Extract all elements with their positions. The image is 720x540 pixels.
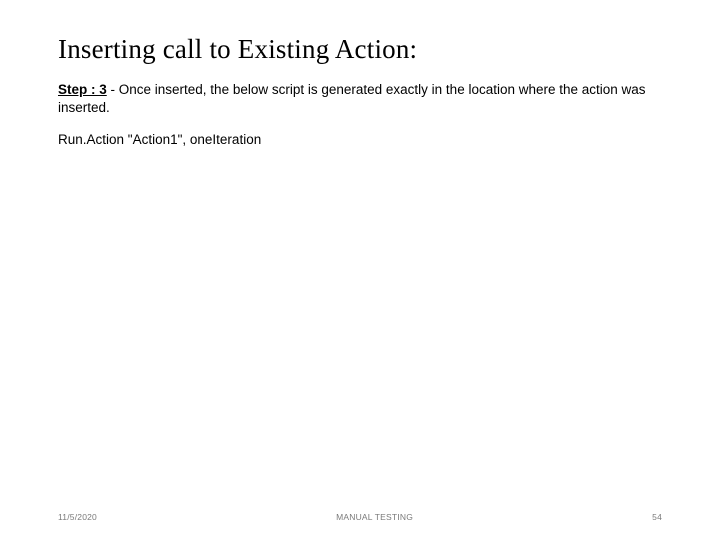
slide-footer: 11/5/2020 MANUAL TESTING 54: [0, 512, 720, 522]
generated-script-line: Run.Action "Action1", oneIteration: [58, 131, 662, 149]
step-line: Step : 3 - Once inserted, the below scri…: [58, 81, 662, 117]
step-label: Step : 3: [58, 82, 107, 97]
slide-body: Step : 3 - Once inserted, the below scri…: [58, 81, 662, 150]
slide-title: Inserting call to Existing Action:: [58, 34, 662, 65]
footer-page-number: 54: [652, 512, 662, 522]
footer-date: 11/5/2020: [58, 512, 97, 522]
step-description: - Once inserted, the below script is gen…: [58, 82, 646, 115]
slide: Inserting call to Existing Action: Step …: [0, 0, 720, 540]
footer-center: MANUAL TESTING: [97, 512, 652, 522]
